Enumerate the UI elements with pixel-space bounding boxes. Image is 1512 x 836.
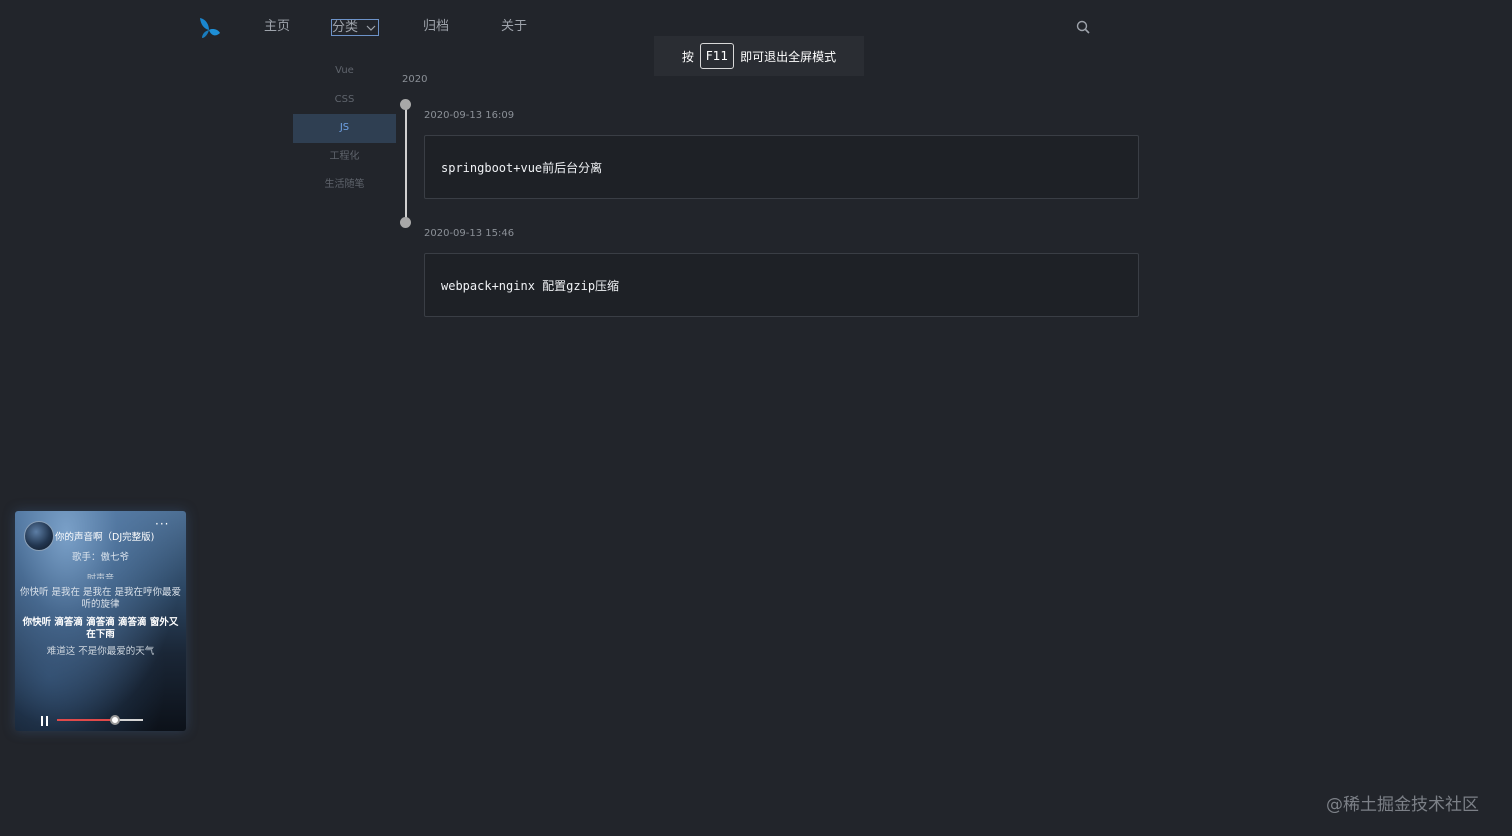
lyric-line: 难道这 不是你最爱的天气 [46,646,155,657]
fullscreen-toast: 按 F11 即可退出全屏模式 [654,36,864,76]
search-icon[interactable] [1076,20,1090,34]
singer-name: 歌手：傲七爷 [71,552,129,563]
post-date: 2020-09-13 16:09 [424,110,515,121]
category-item-engineering[interactable]: 工程化 [293,143,396,172]
more-icon[interactable]: ··· [155,517,169,531]
post-title[interactable]: springboot+vue前后台分离 [441,159,602,176]
chevron-down-icon [366,25,376,31]
pause-icon[interactable] [39,715,51,727]
lyric-line-partial: 时声音 [86,574,114,579]
nav-about[interactable]: 关于 [501,18,527,36]
nav-home[interactable]: 主页 [264,18,290,36]
timeline-year: 2020 [402,74,428,85]
nav-category-dropdown[interactable]: 分类 [331,19,380,36]
timeline-line [405,104,407,223]
category-list: Vue CSS JS 工程化 生活随笔 [293,57,396,200]
lyric-line: 你快听 是我在 是我在 是我在哼你最爱听的旋律 [19,587,182,610]
music-player: ··· 你的声音啊（DJ完整版) 歌手：傲七爷 时声音 你快听 是我在 是我在 … [15,511,186,731]
toast-key: F11 [699,43,735,69]
category-item-vue[interactable]: Vue [293,57,396,86]
song-title: 你的声音啊（DJ完整版) [55,532,155,543]
lyric-line-current: 你快听 滴答滴 滴答滴 滴答滴 窗外又在下雨 [22,617,179,640]
post-card[interactable]: webpack+nginx 配置gzip压缩 [424,253,1139,317]
category-item-life-notes[interactable]: 生活随笔 [293,171,396,200]
toast-text-after: 即可退出全屏模式 [740,49,837,64]
butterfly-logo-icon[interactable] [196,16,222,40]
toast-text-before: 按 [681,49,694,64]
progress-slider[interactable] [57,715,143,725]
category-item-js[interactable]: JS [293,114,396,143]
nav-category-label: 分类 [332,20,359,35]
category-item-css[interactable]: CSS [293,86,396,115]
post-date: 2020-09-13 15:46 [424,228,515,239]
watermark: @稀土掘金技术社区 [1326,795,1479,815]
album-cover [24,521,54,551]
post-card[interactable]: springboot+vue前后台分离 [424,135,1139,199]
progress-fill [57,719,116,721]
timeline-dot [400,99,411,110]
nav-archive[interactable]: 归档 [423,18,449,36]
timeline-dot [400,217,411,228]
post-title[interactable]: webpack+nginx 配置gzip压缩 [441,277,619,294]
progress-knob[interactable] [110,715,121,725]
